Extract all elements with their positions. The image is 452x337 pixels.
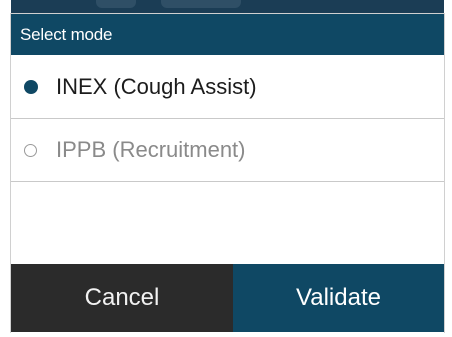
mode-option-ippb[interactable]: IPPB (Recruitment) (11, 119, 444, 182)
bottom-edge (11, 332, 444, 337)
radio-unselected-icon[interactable] (24, 143, 37, 157)
cancel-button[interactable]: Cancel (11, 264, 233, 332)
background-shape (96, 0, 136, 8)
background-app-content (11, 0, 444, 14)
dialog-title: Select mode (20, 24, 113, 44)
mode-option-label: INEX (Cough Assist) (56, 73, 257, 99)
radio-selected-icon[interactable] (24, 79, 38, 94)
select-mode-dialog: Select mode INEX (Cough Assist) IPPB (Re… (11, 14, 444, 332)
background-shape (161, 0, 241, 8)
mode-options-list: INEX (Cough Assist) IPPB (Recruitment) (11, 55, 444, 182)
dialog-body-empty (11, 182, 444, 264)
mode-option-inex[interactable]: INEX (Cough Assist) (11, 55, 444, 119)
dialog-header: Select mode (11, 14, 444, 55)
mode-option-label: IPPB (Recruitment) (56, 137, 246, 162)
screen: Select mode INEX (Cough Assist) IPPB (Re… (0, 0, 452, 337)
dialog-footer: Cancel Validate (11, 264, 444, 332)
validate-button[interactable]: Validate (233, 264, 444, 332)
